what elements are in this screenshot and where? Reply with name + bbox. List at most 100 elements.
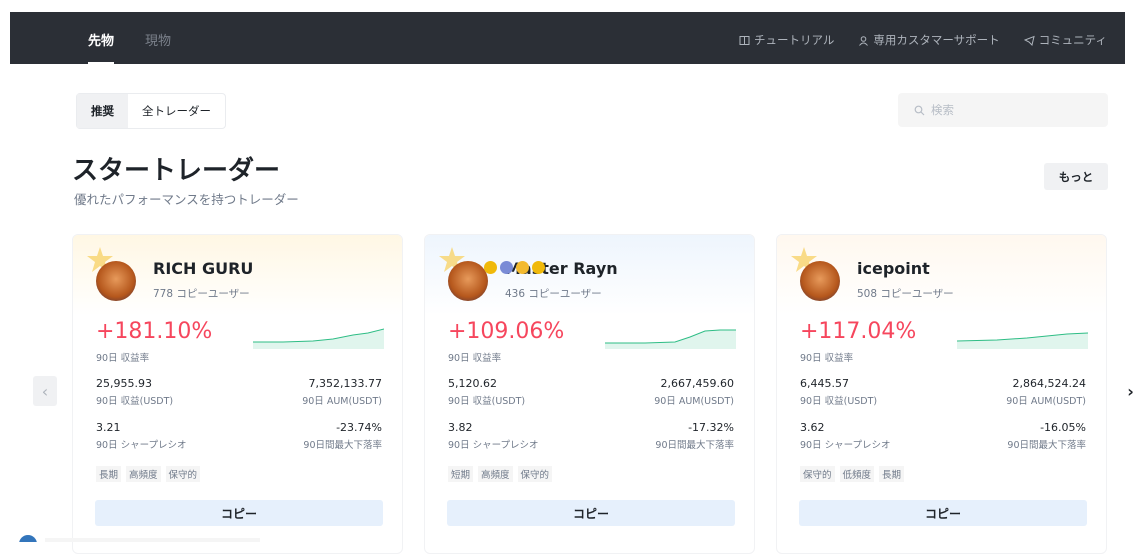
sharpe-value: 3.21 [96, 421, 121, 434]
sparkline [957, 332, 1088, 349]
trader-card[interactable]: icepoint 508 コピーユーザー +117.04% 90日 収益率 6,… [776, 234, 1107, 554]
sharpe-stat: 3.62 90日 シャープレシオ [800, 421, 891, 451]
tag-list: 短期 高頻度 保守的 [448, 466, 553, 482]
tag: 保守的 [800, 466, 835, 482]
sharpe-label: 90日 シャープレシオ [800, 440, 891, 451]
sharpe-label: 90日 シャープレシオ [96, 440, 187, 451]
sharpe-stat: 3.82 90日 シャープレシオ [448, 421, 539, 451]
search-icon [914, 105, 925, 115]
support-label: 専用カスタマーサポート [873, 33, 1000, 47]
copy-button[interactable]: コピー [799, 500, 1087, 526]
partial-chat-widget[interactable] [0, 534, 260, 542]
pnl-label: 90日 収益(USDT) [448, 396, 526, 407]
section-subtitle: 優れたパフォーマンスを持つトレーダー [74, 192, 299, 207]
sparkline [253, 328, 384, 349]
carousel-prev-button[interactable]: ‹ [33, 376, 57, 406]
pnl-label: 90日 収益(USDT) [800, 396, 878, 407]
aum-value: 2,667,459.60 [660, 377, 734, 390]
tag: 高頻度 [478, 466, 513, 482]
aum-stat: 2,864,524.24 90日 AUM(USDT) [1006, 377, 1086, 407]
mdd-label: 90日間最大下落率 [303, 440, 382, 451]
sharpe-label: 90日 シャープレシオ [448, 440, 539, 451]
chevron-left-icon: ‹ [41, 381, 49, 401]
sharpe-value: 3.62 [800, 421, 825, 434]
tag-list: 長期 高頻度 保守的 [96, 466, 201, 482]
trader-filter: 推奨 全トレーダー [76, 93, 226, 129]
filter-recommended[interactable]: 推奨 [77, 94, 128, 128]
tag-list: 保守的 低頻度 長期 [800, 466, 905, 482]
aum-label: 90日 AUM(USDT) [1006, 396, 1086, 407]
aum-label: 90日 AUM(USDT) [302, 396, 382, 407]
roi-label: 90日 収益率 [448, 353, 502, 364]
search-placeholder: 検索 [931, 103, 954, 117]
copy-button[interactable]: コピー [447, 500, 735, 526]
badge-icon [500, 261, 513, 274]
avatar[interactable] [96, 261, 136, 301]
tutorial-link[interactable]: チュートリアル [739, 32, 834, 48]
tag: 保守的 [517, 466, 553, 482]
search-input[interactable]: 検索 [898, 93, 1108, 127]
pnl-value: 6,445.57 [800, 377, 849, 390]
copy-button[interactable]: コピー [95, 500, 383, 526]
pnl-value: 5,120.62 [448, 377, 497, 390]
pnl-stat: 5,120.62 90日 収益(USDT) [448, 377, 525, 407]
mdd-label: 90日間最大下落率 [655, 440, 734, 451]
aum-label: 90日 AUM(USDT) [654, 396, 734, 407]
support-agent-icon [859, 35, 869, 46]
section-title: スタートレーダー [72, 156, 281, 186]
sharpe-stat: 3.21 90日 シャープレシオ [96, 421, 187, 451]
sparkline [605, 329, 736, 349]
mdd-stat: -16.05% 90日間最大下落率 [1007, 421, 1086, 451]
community-link[interactable]: コミュニティ [1023, 32, 1107, 48]
badge-icon [532, 261, 545, 274]
trader-name[interactable]: icepoint [857, 259, 930, 278]
pnl-label: 90日 収益(USDT) [96, 396, 174, 407]
tutorial-label: チュートリアル [754, 33, 835, 47]
avatar[interactable] [448, 261, 488, 301]
follower-count: 778 コピーユーザー [153, 288, 250, 300]
roi-value: +109.06% [448, 319, 565, 344]
telegram-icon [1023, 35, 1035, 46]
top-nav-bar: 先物 現物 チュートリアル 専用カスタマーサポート コミュニティ [10, 12, 1125, 65]
mdd-value: -17.32% [688, 421, 734, 434]
pnl-value: 25,955.93 [96, 377, 152, 390]
support-link[interactable]: 専用カスタマーサポート [858, 32, 1000, 48]
mdd-label: 90日間最大下落率 [1007, 440, 1086, 451]
mdd-stat: -17.32% 90日間最大下落率 [655, 421, 734, 451]
sharpe-value: 3.82 [448, 421, 473, 434]
carousel-next-button[interactable]: › [1126, 376, 1135, 406]
community-label: コミュニティ [1038, 33, 1107, 47]
trader-card[interactable]: RICH GURU 778 コピーユーザー +181.10% 90日 収益率 2… [72, 234, 403, 554]
tag: 短期 [448, 466, 474, 482]
roi-value: +181.10% [96, 319, 213, 344]
badge-icon [484, 261, 497, 274]
roi-value: +117.04% [800, 319, 917, 344]
avatar[interactable] [800, 261, 840, 301]
tab-futures[interactable]: 先物 [88, 30, 115, 65]
pnl-stat: 6,445.57 90日 収益(USDT) [800, 377, 877, 407]
roi-label: 90日 収益率 [800, 353, 854, 364]
mdd-value: -16.05% [1040, 421, 1086, 434]
follower-count: 508 コピーユーザー [857, 288, 954, 300]
tag: 長期 [96, 466, 122, 482]
trader-name[interactable]: RICH GURU [153, 259, 253, 278]
tag: 低頻度 [839, 466, 875, 482]
aum-stat: 7,352,133.77 90日 AUM(USDT) [302, 377, 382, 407]
more-button[interactable]: もっと [1044, 163, 1108, 190]
tag: 高頻度 [126, 466, 161, 482]
book-icon [739, 35, 750, 45]
mdd-stat: -23.74% 90日間最大下落率 [303, 421, 382, 451]
aum-value: 7,352,133.77 [308, 377, 382, 390]
follower-count: 436 コピーユーザー [505, 288, 602, 300]
pnl-stat: 25,955.93 90日 収益(USDT) [96, 377, 173, 407]
badge-icon [516, 261, 529, 274]
tag: 保守的 [165, 466, 201, 482]
filter-all-traders[interactable]: 全トレーダー [128, 94, 225, 128]
aum-value: 2,864,524.24 [1012, 377, 1086, 390]
roi-label: 90日 収益率 [96, 353, 150, 364]
aum-stat: 2,667,459.60 90日 AUM(USDT) [654, 377, 734, 407]
trader-card[interactable]: Master Rayn 436 コピーユーザー +109.06% 90日 収益率… [424, 234, 755, 554]
mdd-value: -23.74% [336, 421, 382, 434]
chevron-right-icon: › [1127, 381, 1134, 401]
tab-spot[interactable]: 現物 [145, 30, 171, 49]
